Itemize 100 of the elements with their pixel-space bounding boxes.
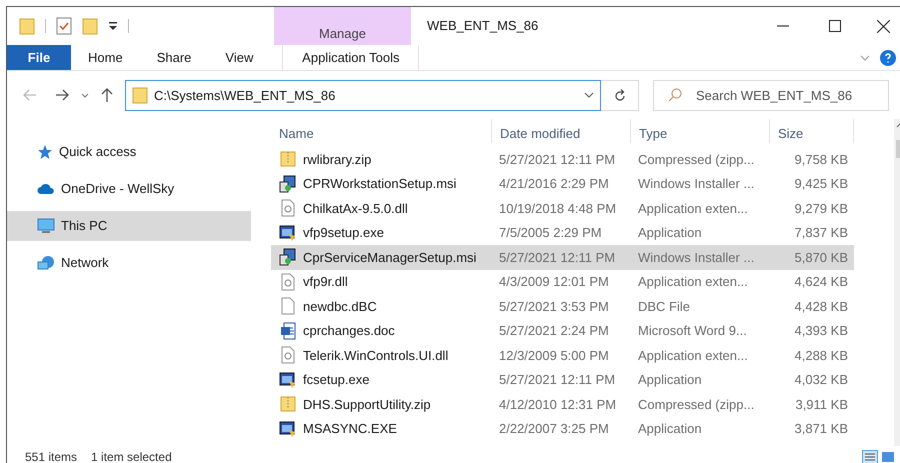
- file-row[interactable]: MSASYNC.EXE 2/22/2007 3:25 PM Application 3,871 KB: [271, 416, 854, 441]
- file-row[interactable]: newdbc.dBC 5/27/2021 3:53 PM DBC File 4,428 KB: [271, 294, 854, 318]
- column-header[interactable]: Date modified: [491, 119, 630, 143]
- date-cell-text: 4/3/2009 12:01 PM: [498, 273, 610, 291]
- size-cell-text: 9,425 KB: [794, 175, 849, 193]
- date-cell-text: 7/5/2005 2:29 PM: [498, 224, 603, 242]
- file-name[interactable]: CPRWorkstationSetup.msi: [303, 174, 456, 194]
- sidebar-item[interactable]: OneDrive - WellSky: [7, 174, 251, 204]
- file-name[interactable]: DHS.SupportUtility.zip: [303, 394, 431, 414]
- network-icon: [37, 255, 55, 271]
- file-name[interactable]: MSASYNC.EXE: [303, 419, 397, 438]
- file-row[interactable]: Telerik.WinControls.UI.dll 12/3/2009 5:00 PM Application exten... 4,288 KB: [271, 343, 854, 368]
- date-cell-text: 4/12/2010 12:31 PM: [498, 396, 618, 414]
- file-name[interactable]: vfp9setup.exe: [303, 223, 384, 242]
- file-name[interactable]: rwlibrary.zip: [303, 150, 372, 169]
- file-name[interactable]: cprchanges.doc: [303, 321, 395, 340]
- type-cell-text: Application: [637, 224, 703, 242]
- size-cell-text: 4,624 KB: [794, 273, 849, 291]
- size-cell-text: 4,288 KB: [794, 346, 849, 364]
- file-name[interactable]: Telerik.WinControls.UI.dll: [303, 346, 448, 365]
- type-cell-text: Application exten...: [637, 346, 749, 365]
- folder-icon: [132, 86, 148, 104]
- date-cell-text: 5/27/2021 12:11 PM: [498, 248, 616, 266]
- size-cell-text: 7,837 KB: [794, 224, 849, 242]
- context-tab-header: Manage: [274, 7, 411, 45]
- large-icons-view-icon[interactable]: [880, 450, 896, 463]
- search-icon: [668, 88, 682, 102]
- maximize-icon[interactable]: [829, 20, 841, 32]
- forward-arrow-icon[interactable]: [55, 89, 69, 101]
- word-document-icon: [280, 322, 296, 340]
- up-arrow-icon[interactable]: [101, 88, 113, 102]
- column-header[interactable]: Type: [630, 119, 769, 143]
- type-cell-text: Application exten...: [637, 273, 749, 291]
- type-cell-text: Microsoft Word 9...: [637, 322, 748, 340]
- blank-file-icon: [281, 297, 295, 316]
- date-cell-text: 5/27/2021 3:53 PM: [498, 298, 610, 316]
- type-cell-text: Application: [637, 420, 703, 438]
- sidebar-item[interactable]: Quick access: [7, 137, 251, 167]
- address-bar[interactable]: C:\Systems\WEB_ENT_MS_86: [125, 80, 601, 110]
- file-name[interactable]: ChilkatAx-9.5.0.dll: [303, 198, 408, 218]
- file-row[interactable]: CprServiceManagerSetup.msi 5/27/2021 12:11 PM Windows Installer ... 5,870 KB: [271, 245, 854, 270]
- column-header[interactable]: Name: [271, 119, 491, 143]
- file-row[interactable]: vfp9r.dll 4/3/2009 12:01 PM Application exten... 4,624 KB: [271, 270, 854, 294]
- file-name[interactable]: newdbc.dBC: [303, 296, 377, 316]
- file-name[interactable]: fcsetup.exe: [303, 370, 370, 390]
- zip-folder-icon: [280, 396, 296, 412]
- ribbon-tab[interactable]: Share: [140, 45, 208, 70]
- file-row[interactable]: ChilkatAx-9.5.0.dll 10/19/2018 4:48 PM Application exten... 9,279 KB: [271, 196, 854, 220]
- type-cell-text: Application: [637, 371, 703, 389]
- ribbon-tab[interactable]: File: [7, 45, 71, 70]
- file-row[interactable]: DHS.SupportUtility.zip 4/12/2010 12:31 PM Compressed (zipp... 3,911 KB: [271, 392, 854, 416]
- star-icon: [37, 144, 53, 160]
- address-field[interactable]: C:\Systems\WEB_ENT_MS_86: [154, 80, 584, 110]
- size-cell-text: 3,911 KB: [794, 396, 849, 414]
- help-icon[interactable]: [880, 50, 896, 66]
- file-row[interactable]: fcsetup.exe 5/27/2021 12:11 PM Application 4,032 KB: [271, 368, 854, 392]
- size-cell-text: 5,870 KB: [794, 248, 849, 266]
- date-cell-text: 5/27/2021 12:11 PM: [498, 371, 616, 389]
- type-cell-text: Windows Installer ...: [637, 175, 756, 193]
- close-icon[interactable]: [877, 20, 890, 32]
- type-cell-text: Compressed (zipp...: [637, 150, 756, 169]
- file-name[interactable]: CprServiceManagerSetup.msi: [303, 248, 476, 267]
- status-text: 1 item selected: [91, 449, 172, 463]
- column-header[interactable]: Size: [769, 119, 854, 143]
- ribbon-tab[interactable]: Home: [71, 45, 140, 70]
- monitor-icon: [37, 218, 55, 234]
- size-cell-text: 3,871 KB: [794, 420, 849, 438]
- type-cell-text: Windows Installer ...: [637, 248, 756, 266]
- sidebar-item[interactable]: Network: [7, 248, 251, 278]
- window-title: WEB_ENT_MS_86: [427, 17, 538, 36]
- application-icon: [279, 224, 297, 242]
- search-box[interactable]: Search WEB_ENT_MS_86: [653, 80, 889, 110]
- file-row[interactable]: rwlibrary.zip 5/27/2021 12:11 PM Compressed (zipp... 9,758 KB: [271, 147, 854, 172]
- gear-file-icon: [280, 272, 296, 291]
- application-icon: [279, 370, 297, 389]
- details-view-icon[interactable]: [862, 450, 878, 463]
- type-cell-text: DBC File: [637, 298, 692, 316]
- ribbon-tab[interactable]: View: [208, 45, 270, 70]
- refresh-icon: [614, 88, 626, 102]
- properties-icon[interactable]: [56, 17, 72, 35]
- gear-file-icon: [280, 199, 296, 218]
- file-row[interactable]: CPRWorkstationSetup.msi 4/21/2016 2:29 PM Windows Installer ... 9,425 KB: [271, 172, 854, 196]
- size-cell-text: 4,393 KB: [794, 322, 849, 340]
- status-text: 551 items: [25, 449, 78, 463]
- sidebar-item[interactable]: This PC: [7, 211, 251, 241]
- type-cell-text: Compressed (zipp...: [637, 396, 756, 414]
- refresh-button[interactable]: [601, 80, 639, 110]
- file-row[interactable]: cprchanges.doc 5/27/2021 2:24 PM Microsoft Word 9... 4,393 KB: [271, 318, 854, 343]
- file-name[interactable]: vfp9r.dll: [303, 272, 348, 292]
- file-row[interactable]: vfp9setup.exe 7/5/2005 2:29 PM Application 7,837 KB: [271, 220, 854, 245]
- application-icon: [279, 420, 297, 438]
- customize-dropdown-icon[interactable]: [108, 21, 118, 31]
- date-cell-text: 5/27/2021 12:11 PM: [498, 150, 616, 168]
- installer-icon: [279, 248, 297, 266]
- date-cell-text: 5/27/2021 2:24 PM: [498, 322, 610, 340]
- chevron-down-icon[interactable]: [584, 92, 594, 98]
- chevron-down-icon[interactable]: [81, 92, 89, 98]
- ribbon-tab[interactable]: Application Tools: [282, 45, 420, 70]
- search-field[interactable]: Search WEB_ENT_MS_86: [696, 80, 874, 110]
- date-cell-text: 4/21/2016 2:29 PM: [498, 175, 610, 193]
